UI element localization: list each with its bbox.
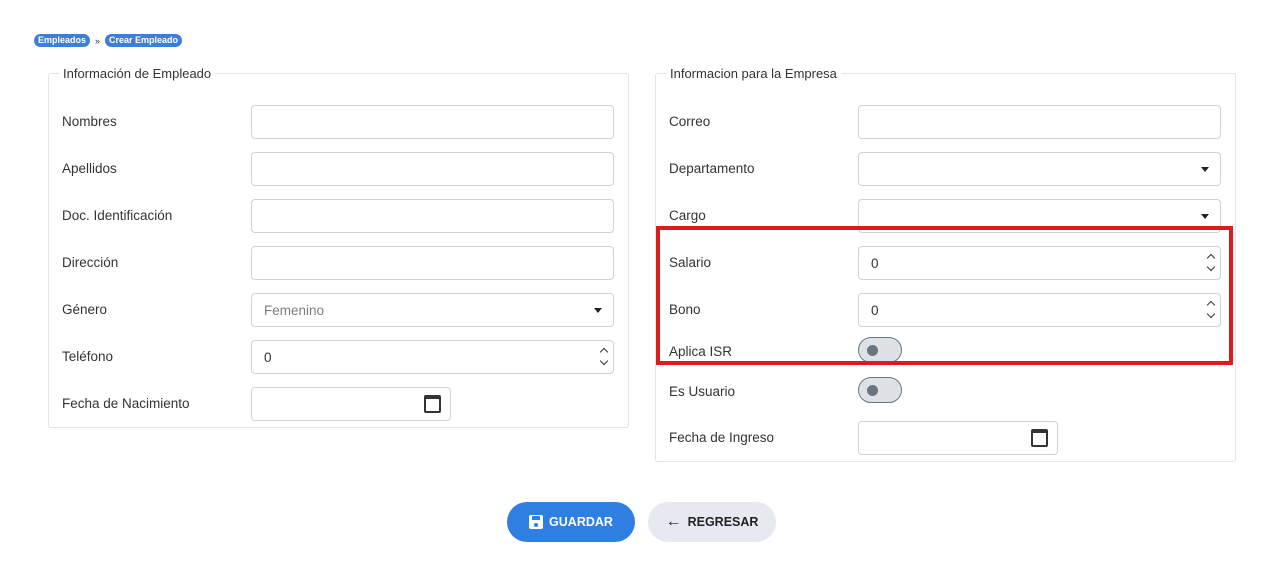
nombres-label: Nombres: [62, 114, 117, 129]
direccion-label: Dirección: [62, 255, 119, 270]
doc-input[interactable]: [251, 199, 614, 233]
departamento-label: Departamento: [669, 161, 755, 176]
back-button[interactable]: ← REGRESAR: [648, 502, 776, 542]
row-correo: Correo: [656, 105, 1235, 139]
employee-info-legend: Información de Empleado: [63, 66, 212, 81]
apellidos-input[interactable]: [251, 152, 614, 186]
genero-select[interactable]: Femenino: [251, 293, 614, 327]
cargo-label: Cargo: [669, 208, 706, 223]
save-button-label: GUARDAR: [549, 515, 613, 529]
spinner-icon[interactable]: [599, 346, 609, 368]
row-apellidos: Apellidos: [49, 152, 628, 186]
telefono-value: 0: [264, 350, 272, 365]
calendar-icon[interactable]: [424, 395, 441, 413]
genero-value: Femenino: [264, 303, 325, 318]
breadcrumb: Empleados » Crear Empleado: [34, 34, 183, 47]
caret-down-icon: [594, 308, 602, 313]
breadcrumb-crear-empleado[interactable]: Crear Empleado: [105, 34, 183, 47]
floppy-disk-icon: [529, 515, 544, 529]
fecha-nacimiento-input[interactable]: [251, 387, 451, 421]
arrow-left-icon: ←: [665, 513, 682, 530]
departamento-select[interactable]: [858, 152, 1221, 186]
company-info-legend: Informacion para la Empresa: [670, 66, 837, 81]
correo-label: Correo: [669, 114, 711, 129]
employee-info-panel: Información de Empleado Nombres Apellido…: [48, 66, 629, 428]
row-nombres: Nombres: [49, 105, 628, 139]
fecha-nacimiento-label: Fecha de Nacimiento: [62, 396, 190, 411]
caret-down-icon: [1201, 214, 1209, 219]
telefono-label: Teléfono: [62, 349, 114, 364]
caret-down-icon: [1201, 167, 1209, 172]
es-usuario-toggle[interactable]: [858, 377, 902, 403]
row-telefono: Teléfono 0: [49, 340, 628, 374]
row-doc: Doc. Identificación: [49, 199, 628, 233]
row-genero: Género Femenino: [49, 293, 628, 327]
correo-input[interactable]: [858, 105, 1221, 139]
breadcrumb-empleados[interactable]: Empleados: [34, 34, 91, 47]
direccion-input[interactable]: [251, 246, 614, 280]
telefono-input[interactable]: 0: [251, 340, 614, 374]
genero-label: Género: [62, 302, 108, 317]
fecha-ingreso-input[interactable]: [858, 421, 1058, 455]
apellidos-label: Apellidos: [62, 161, 117, 176]
nombres-input[interactable]: [251, 105, 614, 139]
toggle-knob: [867, 385, 878, 396]
save-button[interactable]: GUARDAR: [507, 502, 635, 542]
calendar-icon[interactable]: [1031, 429, 1048, 447]
row-es-usuario: Es Usuario: [656, 377, 1235, 411]
back-button-label: REGRESAR: [687, 515, 759, 529]
highlight-box: [656, 226, 1233, 365]
row-direccion: Dirección: [49, 246, 628, 280]
fecha-ingreso-label: Fecha de Ingreso: [669, 430, 775, 445]
row-fecha-ingreso: Fecha de Ingreso: [656, 421, 1235, 455]
row-fecha-nacimiento: Fecha de Nacimiento: [49, 387, 628, 421]
row-departamento: Departamento: [656, 152, 1235, 186]
breadcrumb-separator: »: [95, 35, 101, 46]
es-usuario-label: Es Usuario: [669, 384, 736, 399]
doc-label: Doc. Identificación: [62, 208, 173, 223]
